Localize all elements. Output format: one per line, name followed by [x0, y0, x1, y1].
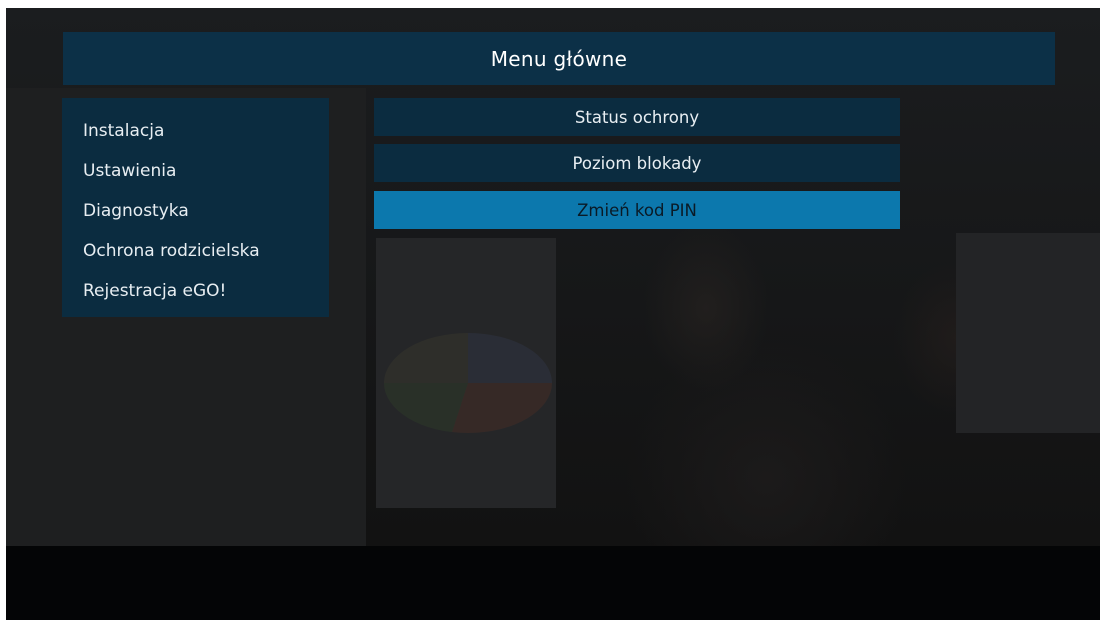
- background-poster-right: [956, 233, 1100, 433]
- main-menu-list: Instalacja Ustawienia Diagnostyka Ochron…: [62, 98, 329, 317]
- bottom-letterbox: [6, 546, 1100, 620]
- page-title: Menu główne: [490, 46, 628, 71]
- tv-screen: Menu główne Instalacja Ustawienia Diagno…: [6, 8, 1100, 620]
- submenu-item-label: Zmień kod PIN: [577, 200, 697, 220]
- menu-item-instalacja[interactable]: Instalacja: [62, 111, 329, 151]
- background-pie-graphic: [384, 333, 552, 433]
- menu-item-rejestracja-ego[interactable]: Rejestracja eGO!: [62, 271, 329, 311]
- submenu-poziom-blokady-button[interactable]: Poziom blokady: [374, 144, 900, 182]
- menu-item-diagnostyka[interactable]: Diagnostyka: [62, 191, 329, 231]
- submenu-item-label: Status ochrony: [574, 107, 700, 127]
- menu-header: Menu główne: [63, 32, 1055, 85]
- menu-item-ustawienia[interactable]: Ustawienia: [62, 151, 329, 191]
- submenu-zmien-kod-pin-button[interactable]: Zmień kod PIN: [374, 191, 900, 229]
- menu-item-ochrona-rodzicielska[interactable]: Ochrona rodzicielska: [62, 231, 329, 271]
- submenu-item-label: Poziom blokady: [572, 153, 702, 173]
- submenu-status-ochrony-button[interactable]: Status ochrony: [374, 98, 900, 136]
